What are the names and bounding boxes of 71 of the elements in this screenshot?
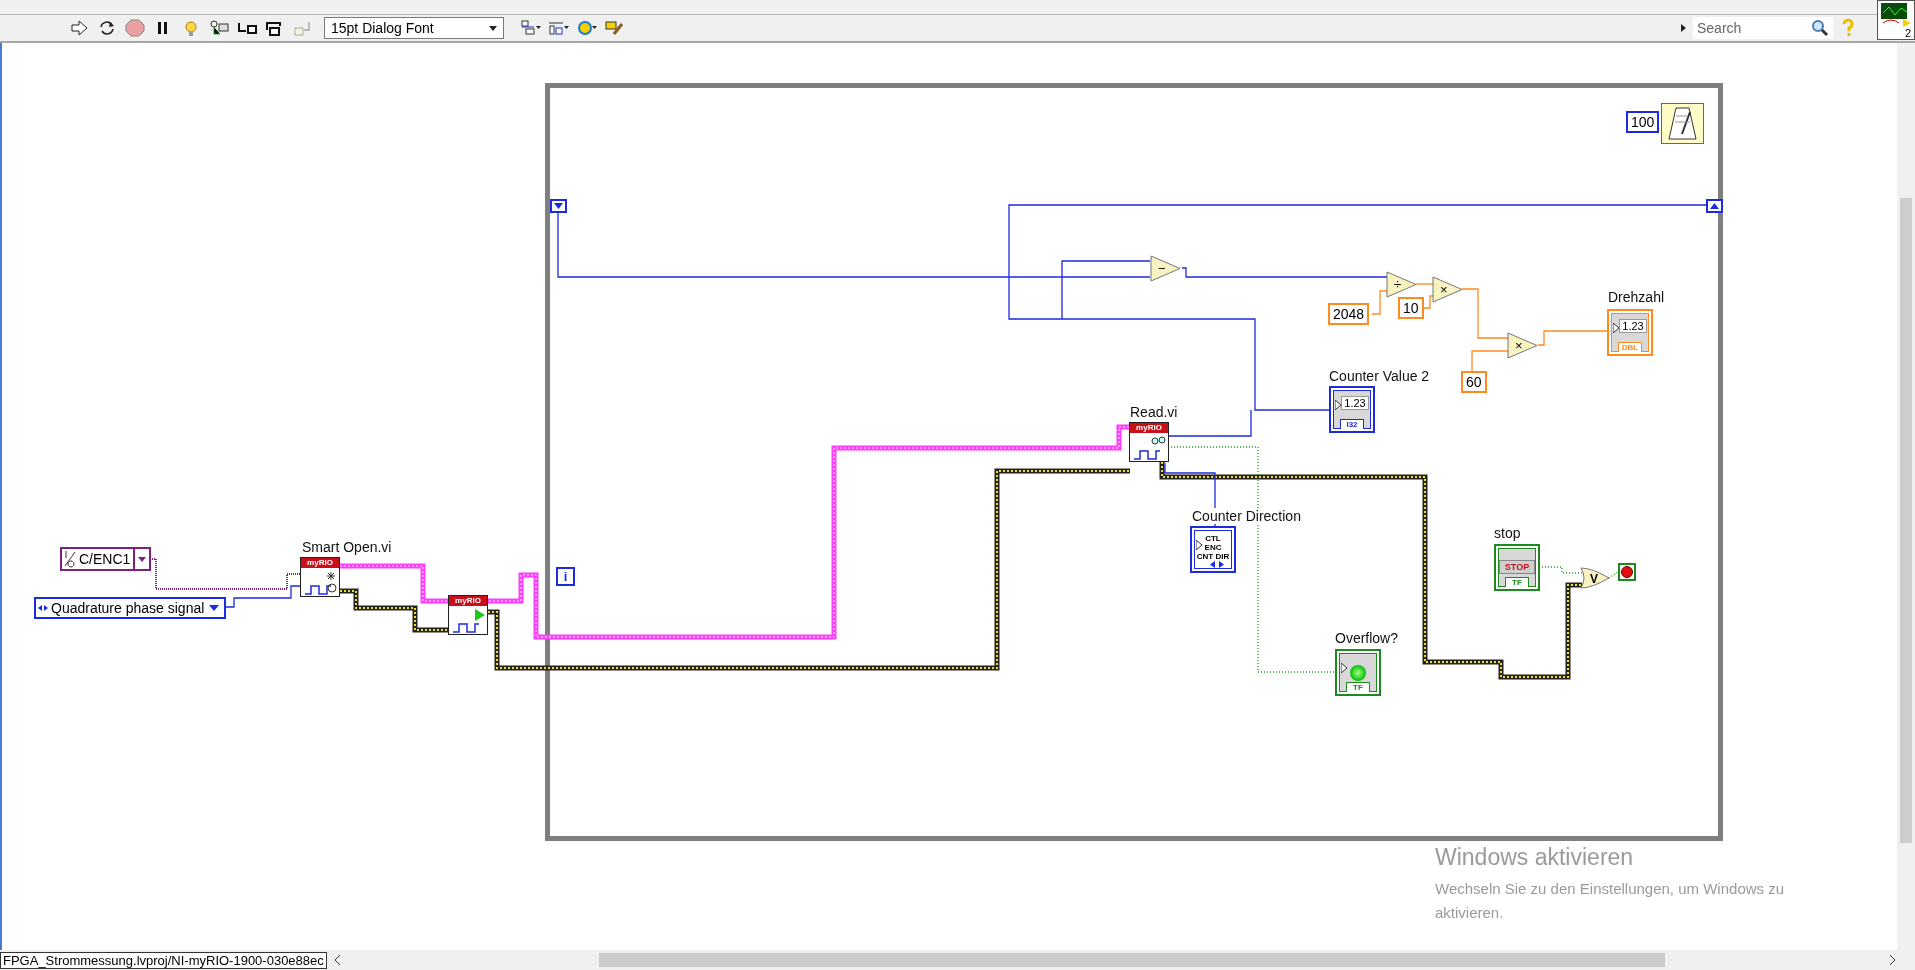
font-dropdown[interactable]: 15pt Dialog Font [324,17,504,39]
indicator-label: Counter Value 2 [1329,368,1430,384]
operator-symbol: V [1590,572,1598,586]
shift-register[interactable] [550,199,567,213]
operator-symbol: × [1440,282,1448,297]
badge-number: 2 [1904,27,1911,39]
subvi-header: myRIO [449,596,487,606]
up-triangle-icon [1710,203,1719,209]
subvi-node[interactable]: myRIO [1129,422,1169,462]
operator-symbol: × [1515,338,1523,353]
indicator-label: Counter Direction [1192,508,1301,524]
subvi-header: myRIO [301,558,339,568]
project-path: FPGA_Strommessung.lvproj/NI-myRIO-1900-030e88ec [0,951,327,969]
numeric-constant: 100 [1626,111,1660,133]
waveform-icon [1881,3,1911,27]
type-tag: DBL [1618,342,1642,352]
type-tag: TF [1505,577,1529,587]
align-icon[interactable] [520,18,542,38]
subvi-label: Smart Open.vi [302,539,392,555]
indicator-label: Drehzahl [1608,289,1665,305]
subvi-label: Read.vi [1130,404,1178,420]
type-tag: I32 [1340,419,1364,429]
numeric-constant: 60 [1461,371,1487,393]
operator-symbol: − [1158,261,1166,276]
vi-icon[interactable]: 2 [1877,0,1915,40]
io-constant[interactable]: C/ENC1 [60,547,152,571]
constant-value: C/ENC1 [79,551,131,567]
probe-icon[interactable] [208,18,230,38]
button-text: STOP [1498,560,1536,574]
ring-constant[interactable]: Quadrature phase signal [34,597,226,619]
caret-icon [208,604,220,612]
reorder-icon[interactable] [576,18,598,38]
operator-symbol: ÷ [1394,277,1402,292]
enum-indicator[interactable]: CTL ENC CNT DIR [1190,526,1236,573]
terminal-arrow-icon [1613,323,1619,333]
wire [1608,571,1619,579]
abort-icon[interactable] [124,18,146,38]
increment-arrows-icon [38,604,48,612]
notice-title: Windows aktivieren [1435,844,1635,871]
numeric-indicator[interactable]: 1.23 DBL [1607,309,1653,356]
numeric-indicator[interactable]: 1.23 I32 [1329,386,1375,433]
indicator-label: Overflow? [1335,630,1399,646]
wait-node [1661,103,1704,144]
enum-text: CTL [1205,534,1221,543]
subvi-node[interactable]: myRIO [448,595,488,635]
notice-text: Wechseln Sie zu den Einstellungen, um Windows zu aktivieren. [1435,879,1786,923]
type-tag: TF [1346,682,1370,692]
subvi-node[interactable]: myRIO [300,557,340,597]
terminal-arrow-icon [1196,540,1202,550]
io-icon [64,550,76,568]
vertical-scrollbar[interactable] [1897,43,1915,950]
numeric-constant: 2048 [1328,303,1370,325]
boolean-control[interactable]: STOP TF [1494,544,1540,591]
constant-value: Quadrature phase signal [51,600,205,616]
expand-arrow-icon[interactable] [1681,23,1687,33]
terminal-arrow-icon [1335,400,1341,410]
shift-register[interactable] [1706,199,1723,213]
search-icon [1811,19,1829,37]
enum-arrows-icon [1210,561,1224,568]
caret-icon [489,25,497,31]
indicator-label: stop [1494,525,1521,541]
numeric-constant: 10 [1398,297,1424,319]
enum-text: CNT DIR [1196,552,1230,561]
run-arrow-icon[interactable] [68,18,90,38]
led-indicator[interactable]: TF [1335,649,1381,696]
terminal-arrow-icon [1341,663,1347,673]
enum-text: ENC [1204,543,1222,552]
search-field[interactable]: Search [1693,17,1833,39]
subvi-header: myRIO [1130,423,1168,433]
iteration-terminal: i [556,567,575,586]
down-triangle-icon [554,203,563,209]
